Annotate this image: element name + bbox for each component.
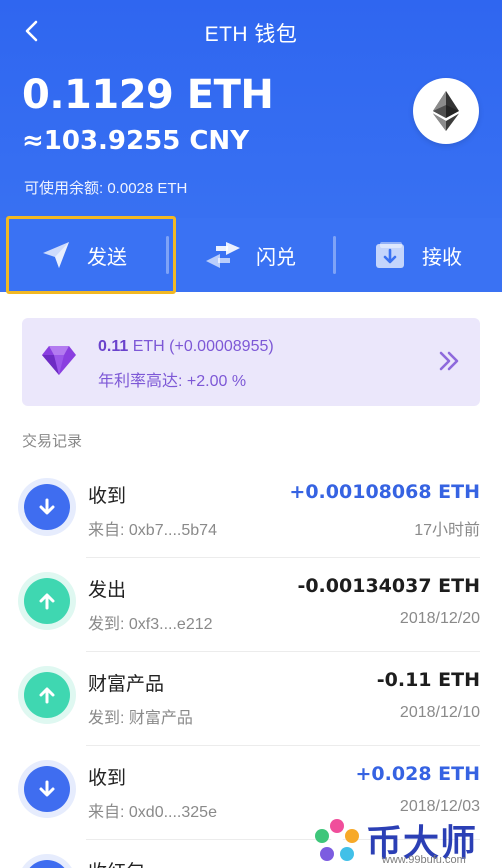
cny-value: ≈103.9255 CNY [22, 126, 250, 156]
transaction-amount: +0.028 ETH [355, 763, 480, 785]
transaction-time: 17小时前 [414, 522, 480, 539]
transaction-row[interactable]: 发出 发到: 0xf3....e212 -0.00134037 ETH 2018… [0, 558, 502, 652]
promo-rate: 年利率高达: +2.00 % [98, 373, 247, 390]
watermark: 币大师 www.99bufu.com [312, 812, 502, 868]
watermark-url: www.99bufu.com [382, 854, 466, 866]
swap-label: 闪兑 [256, 246, 296, 269]
diamond-icon [42, 346, 76, 375]
transaction-row[interactable]: 收到 来自: 0xb7....5b74 +0.00108068 ETH 17小时… [0, 464, 502, 558]
eth-logo [413, 78, 479, 144]
send-label: 发送 [87, 246, 127, 269]
receive-arrow-icon [24, 766, 70, 812]
available-balance: 可使用余额: 0.0028 ETH [24, 180, 188, 197]
send-icon [43, 242, 69, 268]
double-chevron-right-icon [439, 351, 459, 371]
receive-arrow-icon [24, 860, 70, 868]
promo-amount: 0.11 ETH (+0.00008955) [98, 338, 274, 355]
section-title: 交易记录 [22, 433, 83, 450]
receive-arrow-icon [24, 484, 70, 530]
send-arrow-icon [24, 578, 70, 624]
receive-label: 接收 [422, 246, 462, 269]
transaction-amount: -0.00134037 ETH [297, 575, 480, 597]
transaction-type: 收红包 [88, 857, 145, 868]
wealth-promo-card[interactable]: 0.11 ETH (+0.00008955) 年利率高达: +2.00 % [22, 318, 480, 406]
swap-icon [206, 242, 240, 268]
send-button[interactable]: 发送 [0, 218, 168, 292]
flower-logo-icon [315, 819, 359, 861]
transaction-type: 发出 [88, 580, 127, 601]
transaction-amount: -0.11 ETH [376, 669, 480, 691]
transaction-amount: +0.00108068 ETH [289, 481, 480, 503]
transaction-address: 来自: 0xd0....325e [88, 804, 217, 821]
transaction-time: 2018/12/20 [399, 610, 480, 627]
transaction-time: 2018/12/10 [399, 704, 480, 721]
action-bar: 发送 闪兑 接收 [0, 218, 502, 292]
receive-button[interactable]: 接收 [334, 218, 502, 292]
transaction-type: 收到 [88, 768, 127, 789]
nav-bar: ETH 钱包 [0, 0, 502, 64]
transaction-address: 发到: 0xf3....e212 [88, 616, 213, 633]
transaction-address: 发到: 财富产品 [88, 710, 193, 727]
eth-balance: 0.1129 ETH [22, 72, 274, 118]
send-arrow-icon [24, 672, 70, 718]
transaction-row[interactable]: 财富产品 发到: 财富产品 -0.11 ETH 2018/12/10 [0, 652, 502, 746]
page-title: ETH 钱包 [204, 23, 298, 46]
transaction-type: 收到 [88, 486, 127, 507]
transaction-type: 财富产品 [88, 674, 165, 695]
swap-button[interactable]: 闪兑 [168, 218, 334, 292]
receive-icon [376, 242, 404, 268]
transaction-address: 来自: 0xb7....5b74 [88, 522, 217, 539]
ethereum-icon [433, 91, 459, 131]
